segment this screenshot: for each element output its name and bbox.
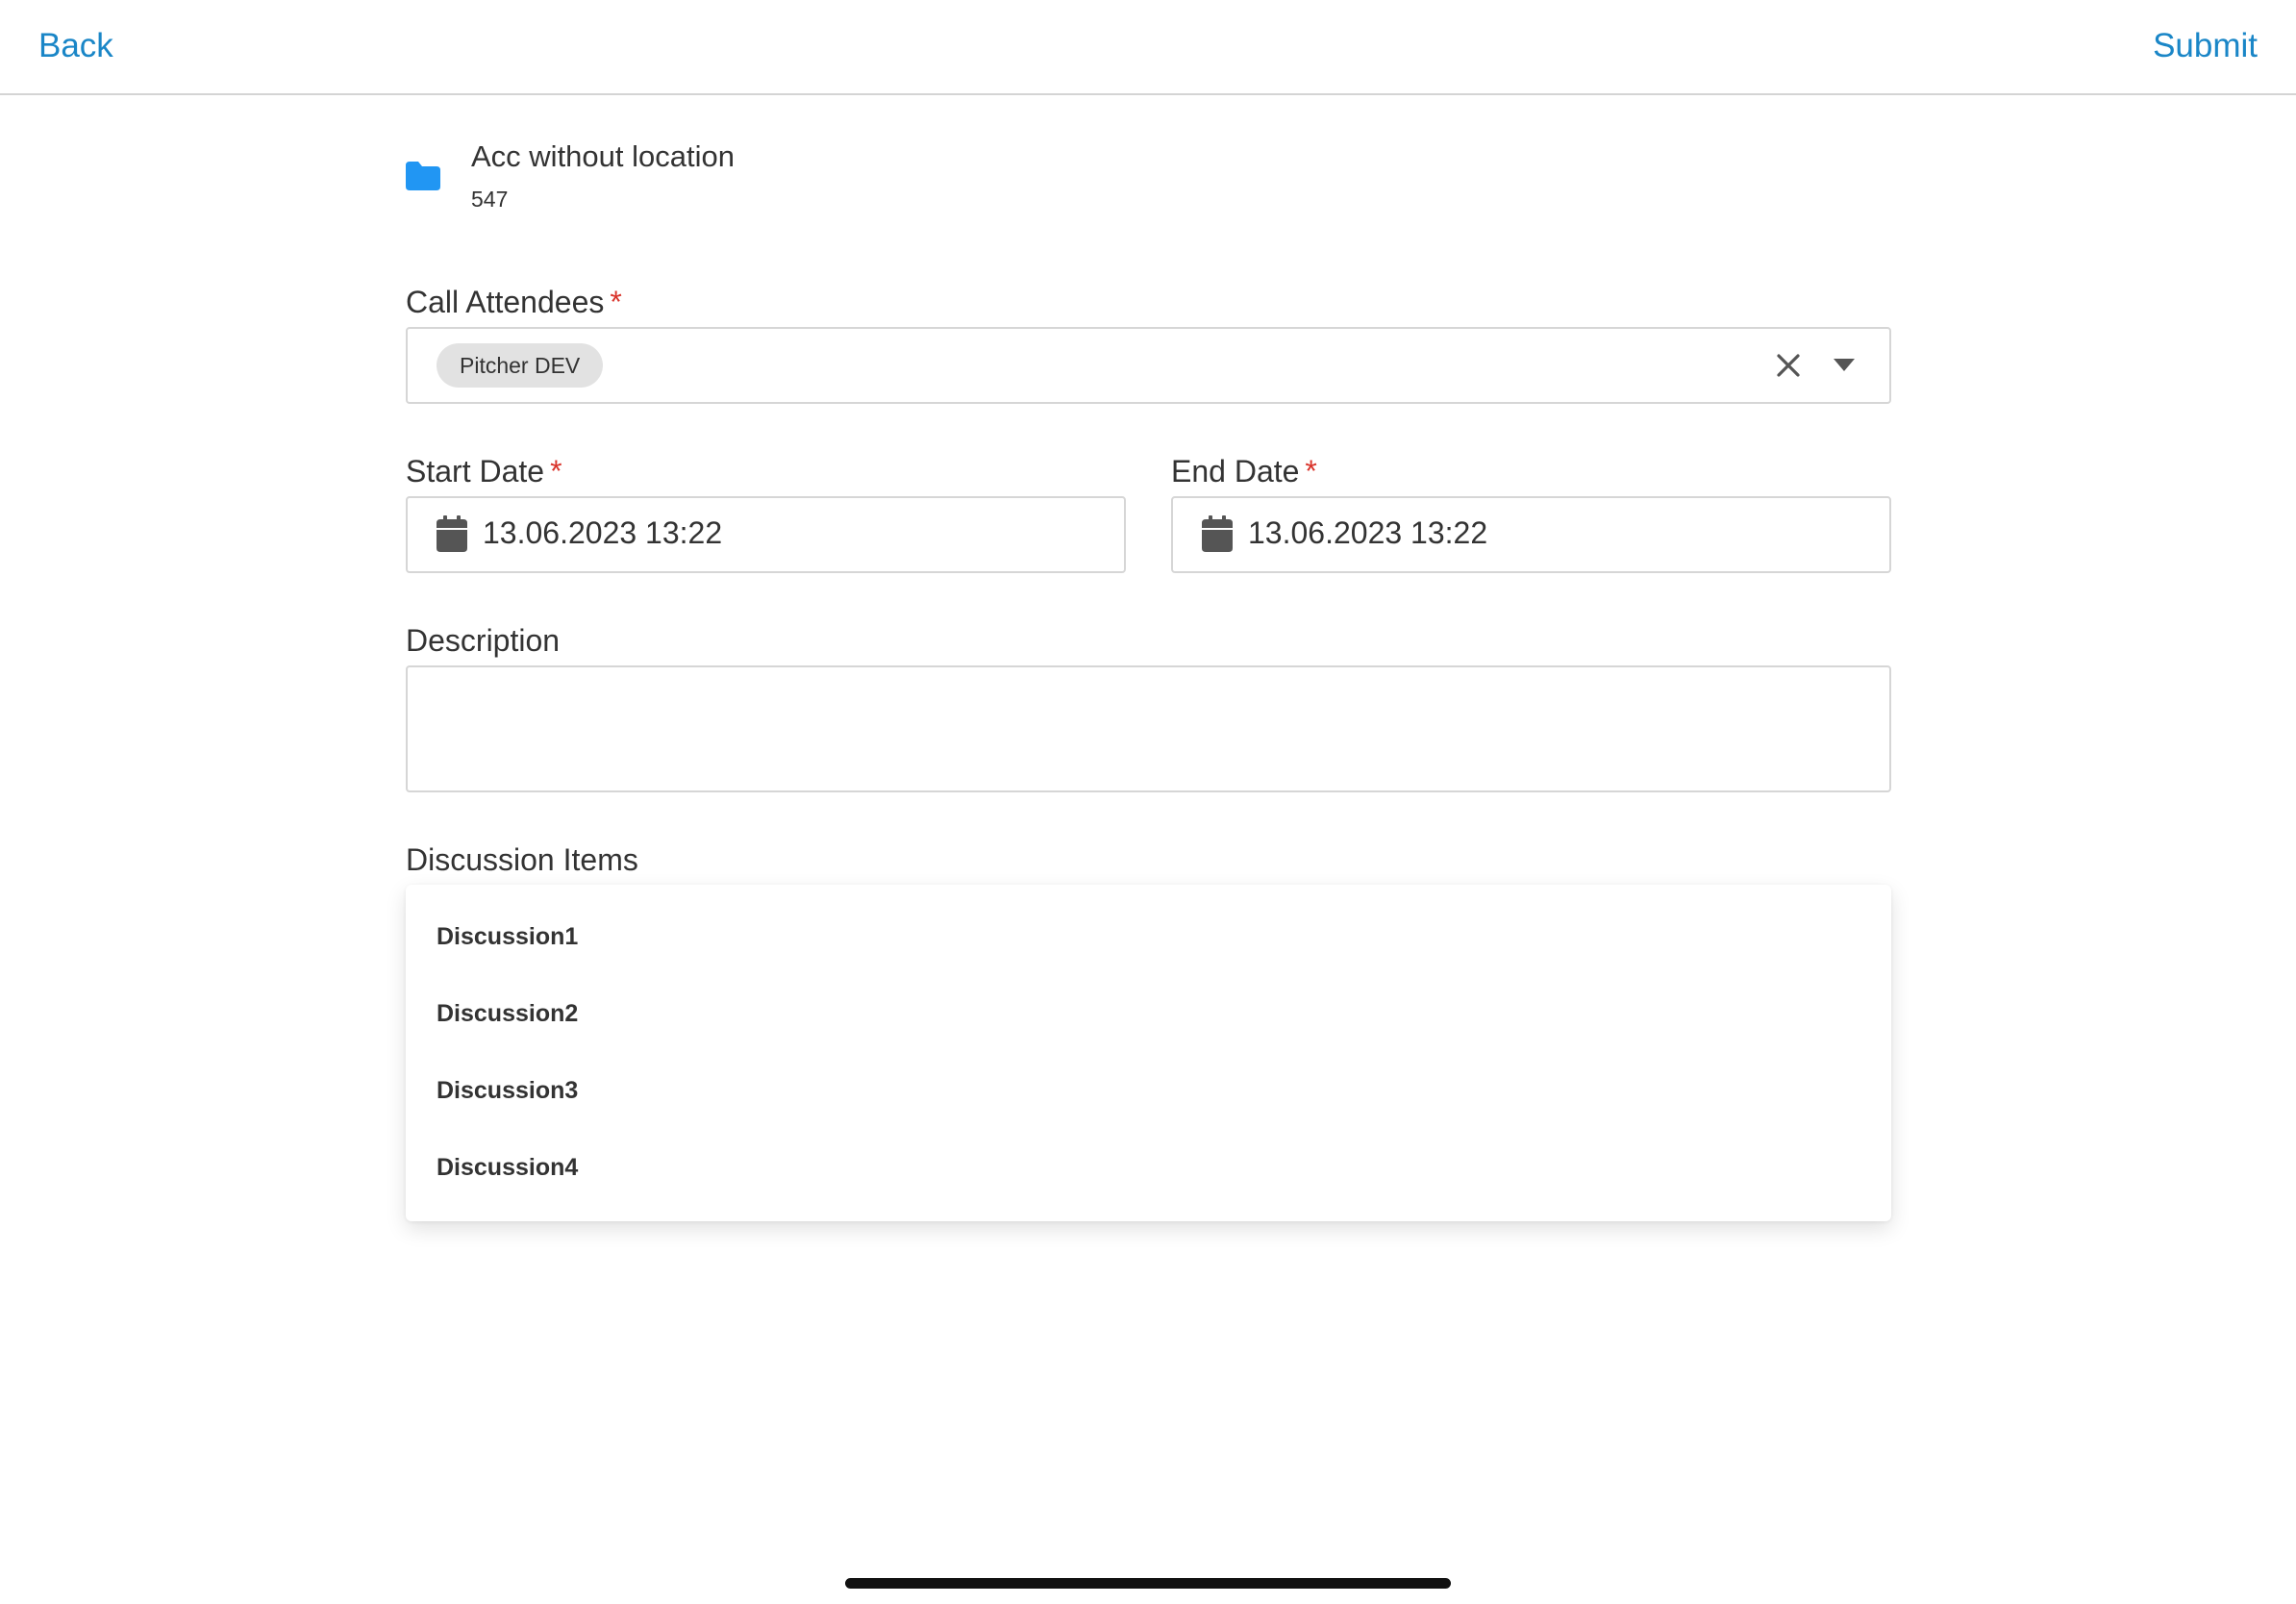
- end-date-value: 13.06.2023 13:22: [1248, 515, 1488, 550]
- submit-button[interactable]: Submit: [2153, 27, 2258, 65]
- start-date-value: 13.06.2023 13:22: [483, 515, 723, 550]
- attendees-label: Call Attendees *: [406, 285, 622, 320]
- attendees-label-text: Call Attendees: [406, 285, 605, 319]
- account-number: 547: [471, 187, 509, 212]
- end-date-label-text: End Date: [1171, 454, 1300, 489]
- start-date-label: Start Date *: [406, 454, 562, 489]
- calendar-icon: [437, 515, 467, 552]
- calendar-icon: [1202, 515, 1233, 552]
- attendees-select[interactable]: Pitcher DEV: [406, 327, 1891, 404]
- account-name: Acc without location: [471, 139, 735, 173]
- discussion-item[interactable]: Discussion3: [437, 1077, 578, 1105]
- start-date-field[interactable]: 13.06.2023 13:22: [406, 496, 1126, 573]
- discussion-items-list: Discussion1 Discussion2 Discussion3 Disc…: [406, 885, 1891, 1221]
- description-label: Description: [406, 623, 561, 658]
- start-date-label-text: Start Date: [406, 454, 545, 489]
- discussion-item[interactable]: Discussion1: [437, 923, 578, 951]
- required-mark: *: [1305, 454, 1317, 489]
- home-indicator[interactable]: [845, 1578, 1451, 1589]
- back-button[interactable]: Back: [38, 27, 113, 65]
- end-date-label: End Date *: [1171, 454, 1317, 489]
- call-form-page: Back Submit Acc without location 547 Cal…: [0, 0, 2296, 1604]
- discussion-items-label: Discussion Items: [406, 842, 638, 877]
- attendee-chip[interactable]: Pitcher DEV: [437, 343, 604, 388]
- navigation-bar: Back Submit: [0, 0, 2296, 95]
- required-mark: *: [550, 454, 562, 489]
- discussion-item[interactable]: Discussion4: [437, 1154, 578, 1182]
- discussion-item[interactable]: Discussion2: [437, 1000, 578, 1028]
- end-date-field[interactable]: 13.06.2023 13:22: [1171, 496, 1891, 573]
- clear-icon[interactable]: [1774, 351, 1803, 380]
- description-input[interactable]: [406, 665, 1891, 792]
- folder-icon: [406, 162, 440, 190]
- chevron-down-icon[interactable]: [1834, 359, 1855, 372]
- required-mark: *: [610, 285, 622, 319]
